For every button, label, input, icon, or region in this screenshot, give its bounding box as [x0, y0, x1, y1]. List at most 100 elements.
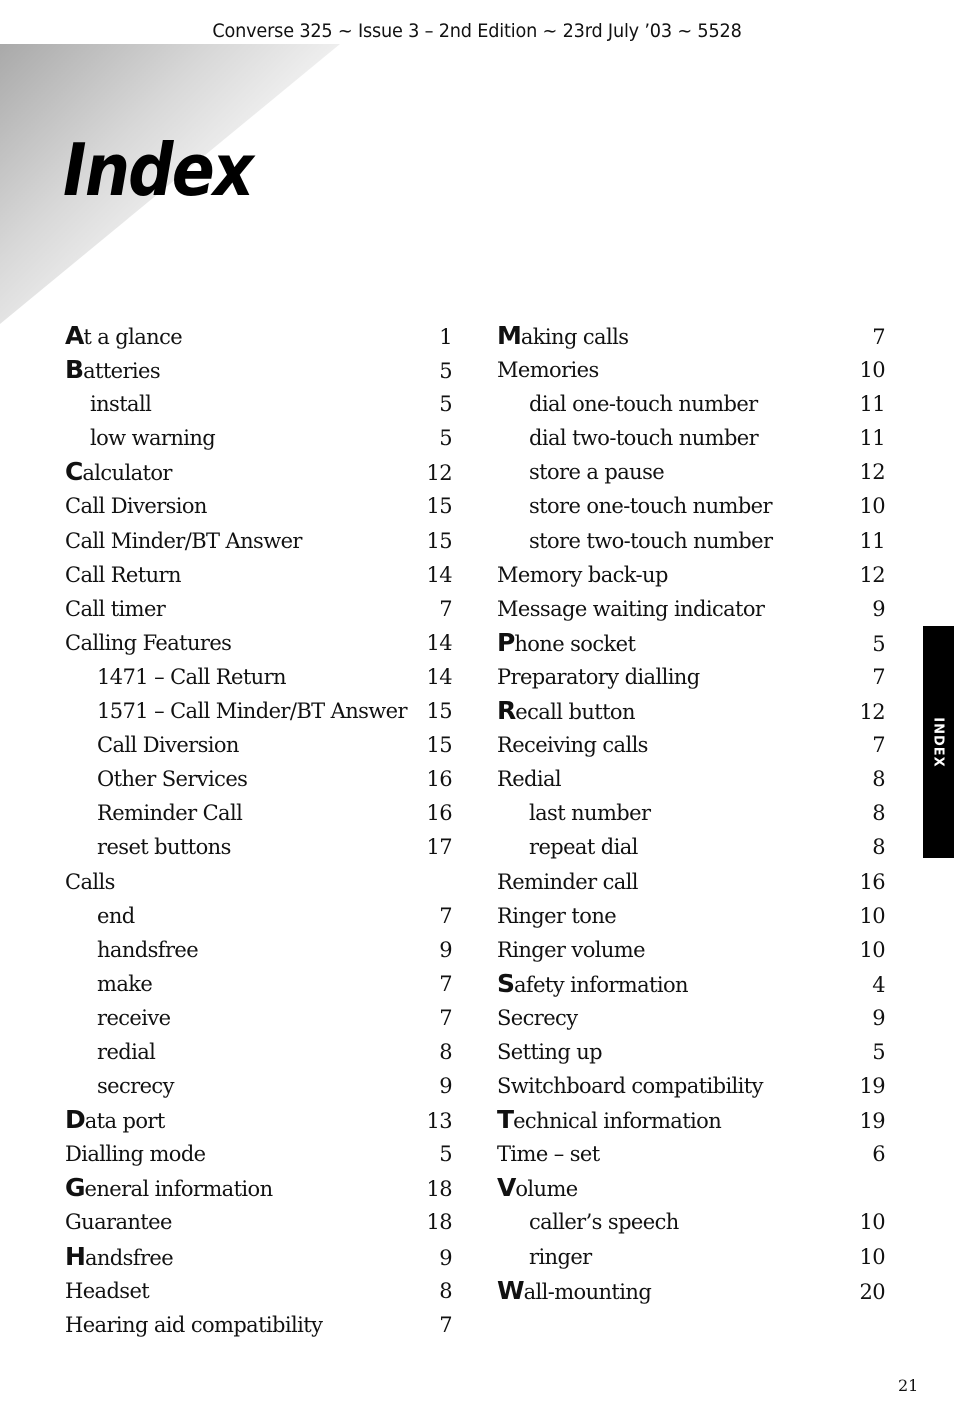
entry-page-number: 10: [859, 494, 885, 519]
index-entry[interactable]: Setting up 5: [497, 1035, 886, 1069]
index-subentry[interactable]: 1471 – Call Return 14: [65, 660, 453, 694]
entry-text: install: [90, 392, 152, 417]
index-entry[interactable]: Memories 10: [497, 353, 886, 387]
entry-text: Receiving calls: [497, 733, 648, 758]
entry-label: 1471 – Call Return: [65, 660, 287, 694]
index-subentry[interactable]: last number 8: [497, 796, 886, 830]
index-entry[interactable]: Technical information 19: [497, 1103, 886, 1137]
entry-label: install: [65, 387, 152, 421]
index-entry[interactable]: Time – set 6: [497, 1137, 886, 1171]
entry-page-number: 1: [439, 325, 452, 349]
index-entry[interactable]: Data port 13: [65, 1103, 453, 1137]
entry-text: Guarantee: [65, 1210, 172, 1235]
index-entry[interactable]: Call Minder/BT Answer 15: [65, 524, 453, 558]
index-entry[interactable]: Safety information 4: [497, 967, 886, 1001]
index-subentry[interactable]: dial one-touch number 11: [497, 387, 886, 421]
index-entry[interactable]: Recall button 12: [497, 694, 886, 728]
index-entry[interactable]: Batteries 5: [65, 353, 453, 387]
index-entry[interactable]: Hearing aid compatibility 7: [65, 1308, 453, 1342]
entry-text: afety information: [514, 972, 689, 997]
index-entry[interactable]: Dialling mode 5: [65, 1137, 453, 1171]
index-entry[interactable]: Secrecy 9: [497, 1001, 886, 1035]
index-entry[interactable]: Call Diversion 15: [65, 489, 453, 523]
entry-text: Calls: [65, 869, 115, 894]
index-entry[interactable]: Calls: [65, 865, 452, 899]
index-subentry[interactable]: redial 8: [65, 1035, 453, 1069]
letter-initial: M: [497, 321, 522, 350]
index-subentry[interactable]: reset buttons 17: [65, 830, 453, 864]
entry-label: secrecy: [65, 1069, 174, 1103]
index-entry[interactable]: General information 18: [65, 1171, 453, 1205]
index-entry[interactable]: Calling Features 14: [65, 626, 453, 660]
entry-page-number: 15: [426, 733, 452, 758]
entry-text: receive: [97, 1005, 171, 1030]
entry-text: Memory back-up: [497, 562, 668, 587]
index-entry[interactable]: At a glance 1: [65, 319, 453, 353]
index-entry[interactable]: Memory back-up 12: [497, 558, 886, 592]
entry-label: Phone socket: [497, 626, 636, 661]
entry-page-number: 8: [872, 801, 885, 826]
index-entry[interactable]: Receiving calls 7: [497, 728, 886, 762]
entry-page-number: 19: [859, 1109, 885, 1134]
entry-page-number: 12: [426, 461, 452, 486]
index-entry[interactable]: Making calls 7: [497, 319, 886, 353]
index-entry[interactable]: Calculator 12: [65, 455, 453, 490]
entry-text: ecall button: [515, 700, 635, 725]
entry-page-number: 16: [426, 801, 452, 826]
index-entry[interactable]: Preparatory dialling 7: [497, 660, 886, 694]
index-entry[interactable]: Volume: [497, 1171, 885, 1205]
section-side-tab[interactable]: INDEX: [923, 626, 954, 858]
index-entry[interactable]: Phone socket 5: [497, 626, 886, 661]
index-entry[interactable]: Call timer 7: [65, 592, 453, 626]
entry-label: dial two-touch number: [497, 421, 759, 455]
entry-page-number: 10: [859, 937, 885, 962]
index-subentry[interactable]: Reminder Call 16: [65, 796, 453, 830]
index-subentry[interactable]: caller’s speech 10: [497, 1205, 886, 1239]
entry-page-number: 5: [872, 631, 885, 656]
entry-label: Ringer tone: [497, 899, 617, 933]
index-subentry[interactable]: low warning 5: [65, 421, 453, 455]
entry-label: Call Return: [65, 558, 181, 592]
index-subentry[interactable]: ringer 10: [497, 1240, 886, 1274]
index-subentry[interactable]: repeat dial 8: [497, 830, 886, 864]
entry-page-number: 14: [426, 630, 452, 655]
index-subentry[interactable]: store a pause 12: [497, 455, 886, 489]
index-subentry[interactable]: store one-touch number 10: [497, 489, 886, 523]
entry-page-number: 10: [859, 903, 885, 928]
index-entry[interactable]: Wall-mounting 20: [497, 1274, 886, 1308]
index-entry[interactable]: Guarantee 18: [65, 1205, 453, 1239]
index-entry[interactable]: Redial 8: [497, 762, 886, 796]
entry-label: Calculator: [65, 455, 172, 490]
index-entry[interactable]: Message waiting indicator 9: [497, 592, 886, 626]
index-subentry[interactable]: Call Diversion 15: [65, 728, 453, 762]
entry-page-number: 16: [426, 767, 452, 792]
index-subentry[interactable]: 1571 – Call Minder/BT Answer 15: [65, 694, 453, 728]
letter-initial: B: [65, 355, 84, 385]
index-entry[interactable]: Call Return 14: [65, 558, 453, 592]
letter-initial: T: [497, 1105, 514, 1135]
entry-label: Call timer: [65, 592, 166, 626]
index-subentry[interactable]: receive 7: [65, 1001, 453, 1035]
index-entry[interactable]: Ringer tone 10: [497, 899, 886, 933]
entry-page-number: 7: [439, 903, 452, 928]
entry-label: Time – set: [497, 1137, 600, 1171]
letter-initial: G: [65, 1173, 86, 1203]
index-entry[interactable]: Reminder call 16: [497, 865, 886, 899]
index-entry[interactable]: Ringer volume 10: [497, 933, 886, 967]
index-subentry[interactable]: dial two-touch number 11: [497, 421, 886, 455]
index-subentry[interactable]: secrecy 9: [65, 1069, 453, 1103]
index-subentry[interactable]: Other Services 16: [65, 762, 453, 796]
entry-label: Secrecy: [497, 1001, 578, 1035]
index-subentry[interactable]: end 7: [65, 899, 453, 933]
index-subentry[interactable]: handsfree 9: [65, 933, 453, 967]
index-entry[interactable]: Headset 8: [65, 1274, 453, 1308]
entry-label: Call Diversion: [65, 728, 239, 762]
index-entry[interactable]: Switchboard compatibility 19: [497, 1069, 886, 1103]
index-subentry[interactable]: make 7: [65, 967, 453, 1001]
index-subentry[interactable]: install 5: [65, 387, 453, 421]
entry-page-number: 7: [872, 733, 885, 758]
index-subentry[interactable]: store two-touch number 11: [497, 524, 886, 558]
index-entry[interactable]: Handsfree 9: [65, 1240, 453, 1274]
entry-page-number: 7: [439, 971, 452, 996]
entry-page-number: 5: [872, 1039, 885, 1064]
